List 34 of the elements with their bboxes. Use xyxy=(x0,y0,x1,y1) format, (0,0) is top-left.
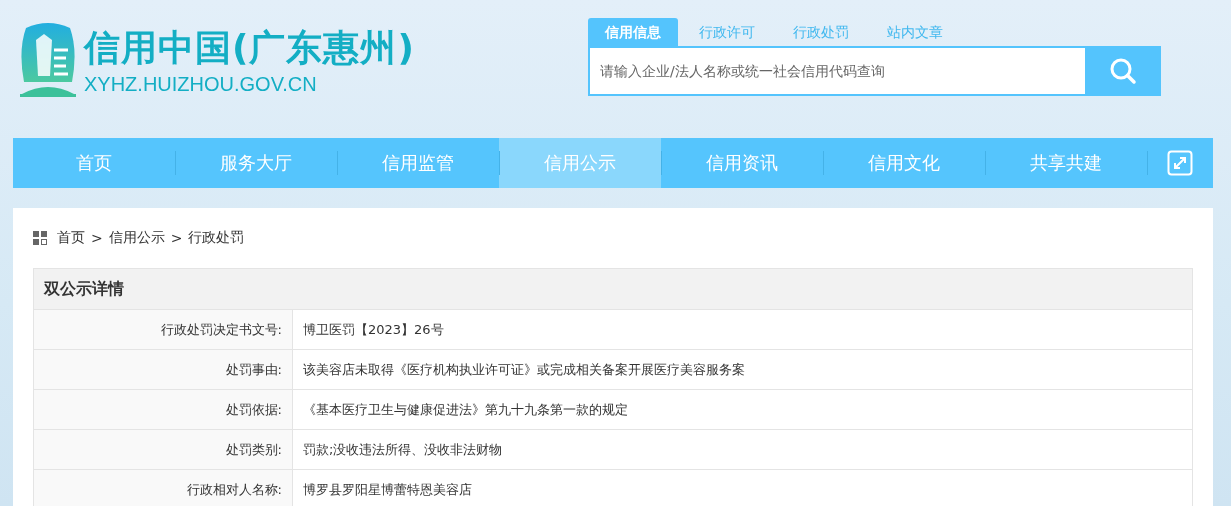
field-label: 行政处罚决定书文号: xyxy=(34,310,293,349)
field-value: 罚款;没收违法所得、没收非法财物 xyxy=(302,441,504,459)
field-value: 博卫医罚【2023】26号 xyxy=(302,321,445,339)
field-label: 处罚类别: xyxy=(34,430,293,469)
search-tab[interactable]: 站内文章 xyxy=(870,18,960,46)
search-field[interactable]: 请输入企业/法人名称或统一社会信用代码查询 xyxy=(588,46,1085,96)
nav-item[interactable]: 信用监管 xyxy=(337,138,499,188)
search-tab[interactable]: 行政许可 xyxy=(682,18,772,46)
search-icon xyxy=(1109,57,1137,85)
breadcrumb-link[interactable]: 行政处罚 xyxy=(188,229,245,247)
field-label: 处罚事由: xyxy=(34,350,293,389)
breadcrumb-separator: > xyxy=(170,230,183,246)
field-value: 博罗县罗阳星博蕾特恩美容店 xyxy=(302,481,473,499)
field-value: 《基本医疗卫生与健康促进法》第九十九条第一款的规定 xyxy=(302,401,629,419)
grid-icon xyxy=(33,231,47,245)
breadcrumb-link[interactable]: 信用公示 xyxy=(108,229,165,247)
search-tab[interactable]: 信用信息 xyxy=(588,18,678,46)
expand-icon[interactable] xyxy=(1167,150,1193,176)
field-label: 行政相对人名称: xyxy=(34,470,293,506)
search-tab[interactable]: 行政处罚 xyxy=(776,18,866,46)
table-title: 双公示详情 xyxy=(34,269,1192,309)
breadcrumb-separator: > xyxy=(91,230,103,246)
search-button[interactable] xyxy=(1085,46,1161,96)
nav-item[interactable]: 共享共建 xyxy=(985,138,1147,188)
site-title: 信用中国(广东惠州) xyxy=(84,26,415,70)
field-value: 该美容店未取得《医疗机构执业许可证》或完成相关备案开展医疗美容服务案 xyxy=(302,361,746,379)
nav-item[interactable]: 信用公示 xyxy=(499,138,661,188)
field-label: 处罚依据: xyxy=(34,390,293,429)
nav-item[interactable]: 服务大厅 xyxy=(175,138,337,188)
nav-item[interactable]: 信用文化 xyxy=(823,138,985,188)
nav-item[interactable]: 信用资讯 xyxy=(661,138,823,188)
site-url: XYHZ.HUIZHOU.GOV.CN xyxy=(84,72,318,96)
breadcrumb-link[interactable]: 首页 xyxy=(57,229,85,247)
nav-item[interactable]: 首页 xyxy=(13,138,175,188)
